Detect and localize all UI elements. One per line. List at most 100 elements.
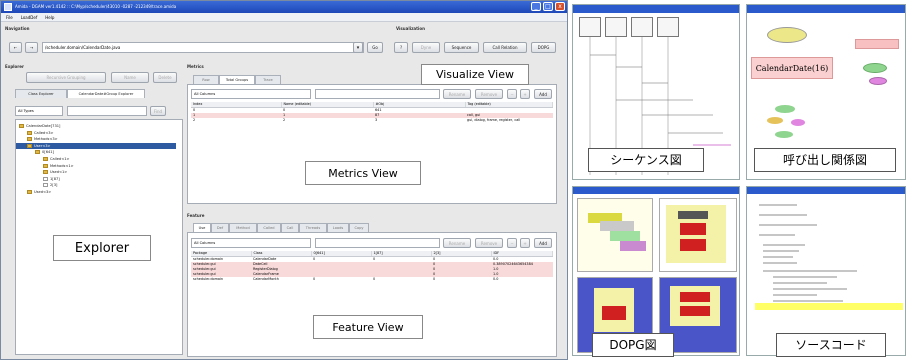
menu-loaddef[interactable]: LoadDef <box>21 13 38 21</box>
metrics-remove-button[interactable]: Remove <box>475 89 503 99</box>
dopg-node <box>680 239 706 251</box>
feature-label: Feature <box>187 213 205 218</box>
navigation-label: Navigation <box>5 26 30 31</box>
metrics-view-label: Metrics View <box>305 161 421 185</box>
recursive-grouping-button[interactable]: Recursive Grouping <box>26 72 106 83</box>
dopg-group <box>594 288 634 332</box>
menu-help[interactable]: Help <box>45 13 54 21</box>
explorer-view-label: Explorer <box>53 235 151 261</box>
call-node <box>767 27 807 43</box>
explorer-label: Explorer <box>5 64 24 69</box>
tree-node[interactable]: Methods<3> <box>19 136 176 143</box>
forward-button[interactable]: → <box>25 42 38 53</box>
dopg-node <box>600 221 634 231</box>
go-button[interactable]: Go <box>367 42 383 53</box>
tab-group-explorer[interactable]: CalendarDate#Group Explorer <box>67 89 145 98</box>
dopg-node <box>680 223 706 235</box>
metrics-search-input[interactable] <box>315 89 440 99</box>
highlighted-line <box>755 303 903 310</box>
metrics-column-filter[interactable]: All Columns <box>191 89 311 99</box>
tree-node[interactable]: 1[87] <box>19 176 176 183</box>
feature-minus-icon[interactable]: − <box>507 238 517 248</box>
sequence-caption: シーケンス図 <box>588 148 704 172</box>
minimize-button[interactable]: _ <box>531 2 541 11</box>
call-node <box>791 119 805 126</box>
find-input[interactable] <box>67 106 147 116</box>
tree-node[interactable]: 2[3] <box>19 182 176 189</box>
call-title-bar <box>747 5 905 13</box>
back-button[interactable]: ← <box>9 42 22 53</box>
tree-node[interactable]: CalendarDate[731] <box>19 123 176 130</box>
tree-node[interactable]: Used<3> <box>19 189 176 196</box>
dopg-button[interactable]: DOPG <box>531 42 556 53</box>
tab-class-explorer[interactable]: Class Explorer <box>15 89 67 98</box>
sequence-button[interactable]: Sequence <box>444 42 479 53</box>
tree-node[interactable]: Called<3> <box>19 130 176 137</box>
find-button[interactable]: Find <box>150 106 166 116</box>
source-lines <box>759 204 857 302</box>
feature-column-filter[interactable]: All Columns <box>191 238 311 248</box>
tab-total-groups[interactable]: Total Groups <box>219 75 255 84</box>
call-node <box>869 77 887 85</box>
tab-row[interactable]: Row <box>193 75 219 84</box>
app-icon <box>4 3 12 11</box>
dopg-node <box>680 306 710 316</box>
tree-node[interactable]: Called<1> <box>19 156 176 163</box>
call-node <box>767 117 783 124</box>
dopg-node <box>678 211 708 219</box>
tab-def[interactable]: Def <box>211 223 229 232</box>
tab-copy[interactable]: Copy <box>349 223 369 232</box>
dyne-button[interactable]: Dyne <box>412 42 440 53</box>
tab-call[interactable]: Call <box>281 223 299 232</box>
feature-plus-icon[interactable]: + <box>520 238 530 248</box>
tree-node[interactable]: Used<1> <box>19 169 176 176</box>
feature-search-input[interactable] <box>315 238 440 248</box>
source-title-bar <box>747 187 905 194</box>
call-node <box>775 105 795 113</box>
metrics-label: Metrics <box>187 64 204 69</box>
feature-remove-button[interactable]: Remove <box>475 238 503 248</box>
call-node <box>855 39 899 49</box>
tab-method[interactable]: Method <box>229 223 257 232</box>
dopg-pane <box>659 198 737 272</box>
menu-file[interactable]: File <box>6 13 13 21</box>
path-field[interactable]: /scheduler.domain/CalendarDate.java <box>42 42 364 53</box>
dopg-screenshot <box>572 186 740 356</box>
dopg-group <box>666 205 726 263</box>
title-bar: Amida - DGAM ver1.4142 :: C:\Myp/schedul… <box>1 1 567 13</box>
metrics-add-button[interactable]: Add <box>534 89 552 99</box>
call-relation-button[interactable]: Call Relation <box>483 42 527 53</box>
dopg-node <box>680 292 710 302</box>
feature-table: Package Class 0[641] 1[87] 2[3] IDF scheduler… <box>191 251 553 282</box>
dopg-caption: DOPG図 <box>592 333 674 357</box>
tree-node-selected[interactable]: User<3> <box>16 142 176 150</box>
feature-add-button[interactable]: Add <box>534 238 552 248</box>
dopg-pane <box>577 198 653 272</box>
metrics-rename-button[interactable]: Rename <box>443 89 471 99</box>
table-row[interactable]: 2 2 3 gui, dialog, frame, register, call <box>191 118 553 123</box>
call-node-main: CalendarDate(16) <box>751 57 833 79</box>
window-title: Amida - DGAM ver1.4142 :: C:\Myp/schedul… <box>15 4 177 9</box>
maximize-button[interactable]: □ <box>543 2 553 11</box>
path-dropdown-icon[interactable]: ▾ <box>353 42 363 53</box>
tab-loads[interactable]: Loads <box>327 223 349 232</box>
tab-trace[interactable]: Trace <box>255 75 281 84</box>
source-code-caption: ソースコード <box>776 333 886 357</box>
tab-threads[interactable]: Threads <box>299 223 327 232</box>
feature-rename-button[interactable]: Rename <box>443 238 471 248</box>
tab-use[interactable]: Use <box>193 223 211 232</box>
help-button[interactable]: ? <box>394 42 408 53</box>
type-filter-select[interactable]: All Types <box>15 106 63 116</box>
name-button[interactable]: Name <box>111 72 149 83</box>
tab-called[interactable]: Called <box>257 223 281 232</box>
table-row[interactable]: scheduler.domain CalendarMonth 0 0 0 0.0 <box>191 277 553 282</box>
delete-button[interactable]: Delete <box>153 72 177 83</box>
tree-node[interactable]: Methods<1> <box>19 163 176 170</box>
metrics-plus-icon[interactable]: + <box>520 89 530 99</box>
call-node <box>775 131 793 138</box>
tree-node[interactable]: 0[641] <box>19 149 176 156</box>
dopg-node <box>610 231 640 241</box>
metrics-minus-icon[interactable]: − <box>507 89 517 99</box>
dopg-node <box>620 241 646 251</box>
close-button[interactable]: x <box>555 2 565 11</box>
